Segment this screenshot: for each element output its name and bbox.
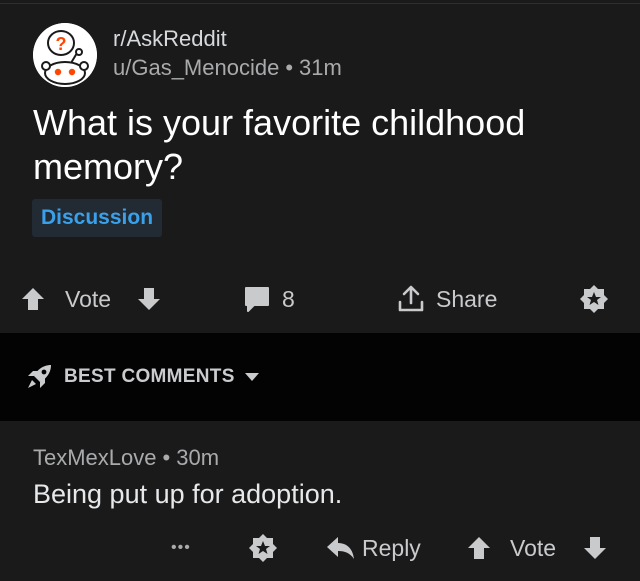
comment-action-bar: ••• Reply Vote	[0, 523, 640, 573]
sort-label: BEST COMMENTS	[64, 366, 235, 387]
sort-dropdown[interactable]: BEST COMMENTS	[24, 354, 260, 400]
reply-arrow-icon	[327, 537, 354, 559]
comment-downvote-button[interactable]	[582, 523, 608, 573]
subreddit-avatar[interactable]: ?	[33, 23, 97, 87]
reply-label: Reply	[362, 534, 421, 561]
award-button[interactable]	[579, 272, 609, 326]
post-age: 31m	[299, 55, 342, 80]
reply-button[interactable]: Reply	[326, 523, 421, 573]
share-icon	[398, 285, 424, 312]
comment-meta-separator: •	[162, 445, 171, 470]
comment-count: 8	[282, 285, 295, 312]
award-icon	[580, 285, 608, 313]
arrow-up-icon	[22, 288, 44, 310]
share-label: Share	[436, 285, 498, 312]
comment-bubble-icon	[245, 287, 269, 312]
share-button[interactable]: Share	[396, 272, 497, 326]
arrow-down-icon	[138, 288, 160, 310]
comment-body: Being put up for adoption.	[33, 479, 343, 509]
svg-text:?: ?	[56, 34, 67, 54]
post-author[interactable]: u/Gas_Menocide	[113, 55, 279, 80]
rocket-icon	[28, 365, 51, 388]
post-title[interactable]: What is your favorite childhood memory?	[33, 101, 623, 189]
award-icon	[249, 534, 277, 562]
post-action-bar: Vote 8 Share	[0, 272, 640, 326]
upvote-button[interactable]	[20, 272, 46, 326]
caret-down-icon	[244, 373, 259, 381]
askreddit-snoo-icon: ?	[33, 23, 97, 87]
comments-button[interactable]: 8	[243, 272, 295, 326]
more-options-button[interactable]: •••	[171, 523, 191, 573]
downvote-button[interactable]	[136, 272, 162, 326]
subreddit-name[interactable]: r/AskReddit	[113, 26, 227, 52]
comment-meta: TexMexLove • 30m	[33, 445, 219, 471]
post-flair[interactable]: Discussion	[32, 199, 163, 237]
comment-author[interactable]: TexMexLove	[33, 445, 157, 470]
comment-award-button[interactable]	[248, 523, 278, 573]
comment-card: TexMexLove • 30m Being put up for adoption…	[0, 421, 640, 581]
meta-separator: •	[285, 55, 294, 80]
arrow-up-icon	[468, 537, 490, 559]
comment-upvote-button[interactable]	[466, 523, 492, 573]
comment-vote-label: Vote	[510, 534, 557, 561]
comment-age: 30m	[176, 445, 220, 470]
arrow-down-icon	[584, 537, 606, 559]
post-meta: u/Gas_Menocide • 31m	[113, 55, 342, 81]
vote-label: Vote	[65, 285, 112, 312]
post-card[interactable]: ? r/AskReddit u/Gas_Menocide • 31m What is…	[0, 4, 640, 332]
